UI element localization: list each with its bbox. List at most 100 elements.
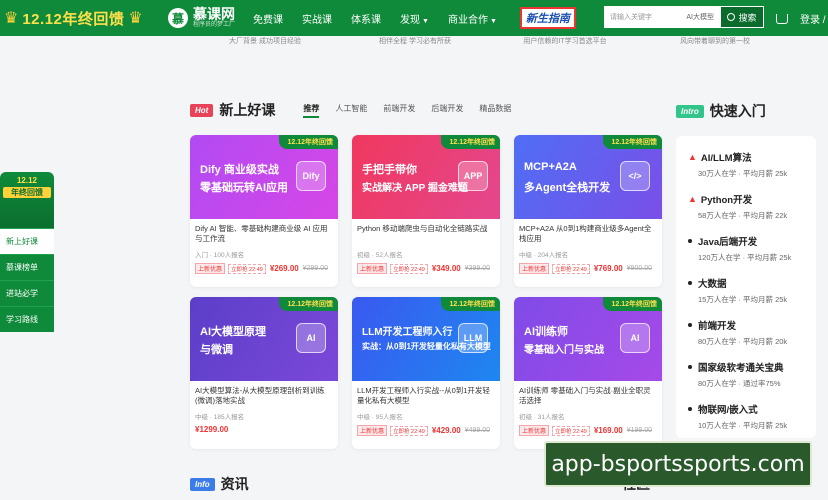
course-title: Python 移动端爬虫与自动化全链路实战: [357, 224, 488, 233]
search-input[interactable]: 请输入关键字 AI大模型: [604, 6, 720, 28]
tab-recommend[interactable]: 推荐: [303, 103, 320, 118]
quick-item-name: 大数据: [698, 279, 727, 290]
original-price: ¥299.00: [302, 265, 329, 272]
quick-item[interactable]: 前端开发 80万人在学 · 平均月薪 20k: [688, 318, 787, 347]
cart-icon[interactable]: [776, 13, 788, 24]
course-thumbnail: 12.12年终回馈 AI训练师 零基础入门与实战 AI: [514, 297, 662, 381]
side-promo-badge[interactable]: 12.12 年终回馈: [0, 172, 54, 228]
current-price: ¥429.00: [431, 426, 461, 435]
hint-item: 用户信赖的IT学习首选平台: [523, 38, 607, 45]
quick-start-header: Intro 快速入门: [676, 101, 766, 121]
course-title: LLM开发工程师入行实战--从0到1开发轻量化私有大模型: [357, 386, 490, 405]
course-card[interactable]: 12.12年终回馈 AI训练师 零基础入门与实战 AI AI训练师 零基础入门与…: [514, 297, 662, 449]
quick-item[interactable]: ▲ Python开发 58万人在学 · 平均月薪 22k: [688, 192, 787, 221]
promo-title: 12.12年终回馈: [22, 10, 125, 28]
current-price: ¥169.00: [593, 426, 623, 435]
nav-free-courses[interactable]: 免费课: [253, 11, 283, 26]
logo-name: 慕课网: [193, 6, 235, 22]
original-price: ¥399.00: [464, 265, 491, 272]
price-row: 上新优惠 立即抢 22:49 ¥349.00 ¥399.00: [352, 261, 500, 276]
original-price: ¥499.00: [464, 427, 491, 434]
price-tag: 上新优惠: [519, 425, 550, 436]
thumb-line2: 实战解决 APP 掘金难题: [362, 183, 468, 194]
side-float-menu: 12.12 年终回馈 新上好课 慕课榜单 进站必学 学习路线: [0, 172, 54, 332]
quick-item[interactable]: ▲ AI/LLM算法 30万人在学 · 平均月薪 25k: [688, 150, 787, 179]
crown-icon: ♛: [4, 10, 19, 27]
current-price: ¥349.00: [431, 264, 461, 273]
nav-system-courses[interactable]: 体系课: [351, 11, 381, 26]
course-card[interactable]: 12.12年终回馈 MCP+A2A 多Agent全栈开发 </> MCP+A2A…: [514, 135, 662, 287]
course-meta: 初级 · 31人报名: [519, 414, 565, 421]
search-box: 请输入关键字 AI大模型 搜索: [604, 6, 764, 28]
course-card[interactable]: 12.12年终回馈 AI大模型原理 与微调 AI AI大模型算法-从大模型原理剖…: [190, 297, 338, 449]
course-thumbnail: 12.12年终回馈 AI大模型原理 与微调 AI: [190, 297, 338, 381]
quick-item-stat: 80万人在学 · 平均月薪 20k: [698, 337, 788, 346]
countdown-tag: 立即抢 22:49: [552, 425, 590, 436]
nav-discover[interactable]: 发现 ▼: [400, 11, 429, 26]
bullet-icon: [688, 365, 692, 369]
section-title: 快速入门: [709, 103, 766, 119]
promo-banner[interactable]: ♛ 12.12年终回馈 ♛: [0, 0, 156, 36]
thumb-line1: 手把手带你: [362, 164, 417, 176]
course-icon: APP: [458, 161, 488, 191]
nav-business[interactable]: 商业合作 ▼: [448, 11, 497, 26]
tab-ai[interactable]: 人工智能: [335, 103, 367, 118]
current-price: ¥269.00: [269, 264, 299, 273]
price-row: 上新优惠 立即抢 22:49 ¥769.00 ¥900.00: [514, 261, 662, 276]
info-header: Info 资讯: [190, 474, 249, 494]
quick-item[interactable]: 大数据 15万人在学 · 平均月薪 25k: [688, 276, 787, 305]
chatbot-icon: LLM: [458, 323, 488, 353]
course-meta: 初级 · 52人报名: [357, 252, 403, 259]
course-card[interactable]: 12.12年终回馈 LLM开发工程师入行 实战：从0到1开发轻量化私有大模型 L…: [352, 297, 500, 449]
nav-practical-courses[interactable]: 实战课: [302, 11, 332, 26]
quick-start-list: ▲ AI/LLM算法 30万人在学 · 平均月薪 25k ▲ Python开发 58…: [676, 136, 816, 438]
tab-data[interactable]: 精品数据: [479, 103, 511, 118]
current-price: ¥769.00: [593, 264, 623, 273]
course-icon: Dify: [296, 161, 326, 191]
side-item-new-courses[interactable]: 新上好课: [0, 228, 54, 254]
tab-backend[interactable]: 后端开发: [431, 103, 463, 118]
course-title: MCP+A2A 从0到1构建商业级多Agent全栈应用: [519, 224, 652, 243]
original-price: ¥900.00: [626, 265, 653, 272]
quick-item-stat: 80万人在学 · 通过率75%: [698, 379, 781, 388]
robot-icon: AI: [296, 323, 326, 353]
price-tag: 上新优惠: [357, 263, 388, 274]
bullet-icon: [688, 239, 692, 243]
thumb-line2: 多Agent全栈开发: [524, 182, 611, 194]
countdown-tag: 立即抢 22:49: [390, 425, 428, 436]
quick-item[interactable]: Java后端开发 120万人在学 · 平均月薪 25k: [688, 234, 791, 263]
thumb-line2: 零基础入门与实战: [524, 345, 604, 356]
quick-item-name: 前端开发: [698, 321, 737, 332]
watermark-overlay: app-bsportssports.com: [544, 441, 812, 487]
course-meta: 入门 · 100人报名: [195, 252, 245, 259]
current-price: ¥1299.00: [195, 425, 229, 434]
ai-icon: AI: [620, 323, 650, 353]
side-badge-top: 12.12: [16, 176, 38, 185]
search-button[interactable]: 搜索: [720, 6, 764, 28]
quick-item[interactable]: 国家级软考通关宝典 80万人在学 · 通过率75%: [688, 360, 784, 389]
course-card[interactable]: 12.12年终回馈 Dify 商业级实战 零基础玩转AI应用 Dify Dify…: [190, 135, 338, 287]
hint-item: 风向带着聊到的第一校: [680, 38, 750, 45]
side-item-rankings[interactable]: 慕课榜单: [0, 254, 54, 280]
fire-icon: ▲: [688, 152, 697, 162]
price-tag: 上新优惠: [357, 425, 388, 436]
site-logo[interactable]: 慕 慕课网 程序员的梦工厂: [168, 7, 235, 29]
tab-frontend[interactable]: 前端开发: [383, 103, 415, 118]
quick-item[interactable]: 物联网/嵌入式 10万人在学 · 平均月薪 25k: [688, 402, 787, 431]
newbie-guide-badge[interactable]: 新生指南: [519, 7, 576, 29]
countdown-tag: 立即抢 22:49: [228, 263, 266, 274]
search-suggestion[interactable]: AI大模型: [686, 12, 714, 22]
side-item-learning-path[interactable]: 学习路线: [0, 306, 54, 332]
course-card[interactable]: 12.12年终回馈 手把手带你 实战解决 APP 掘金难题 APP Python…: [352, 135, 500, 287]
main-nav: 免费课 实战课 体系课 发现 ▼ 商业合作 ▼: [253, 11, 516, 26]
course-title: AI大模型算法-从大模型原理剖析到训练(微调)落地实战: [195, 386, 325, 405]
thumb-line1: MCP+A2A: [524, 161, 577, 173]
bullet-icon: [688, 281, 692, 285]
course-thumbnail: 12.12年终回馈 Dify 商业级实战 零基础玩转AI应用 Dify: [190, 135, 338, 219]
quick-item-stat: 10万人在学 · 平均月薪 25k: [698, 421, 788, 430]
quick-item-name: Python开发: [700, 195, 753, 206]
login-register-link[interactable]: 登录 / 注册: [800, 11, 828, 26]
course-meta: 中级 · 95人报名: [357, 414, 403, 421]
nav-business-label: 商业合作: [447, 14, 488, 26]
side-item-must-learn[interactable]: 进站必学: [0, 280, 54, 306]
